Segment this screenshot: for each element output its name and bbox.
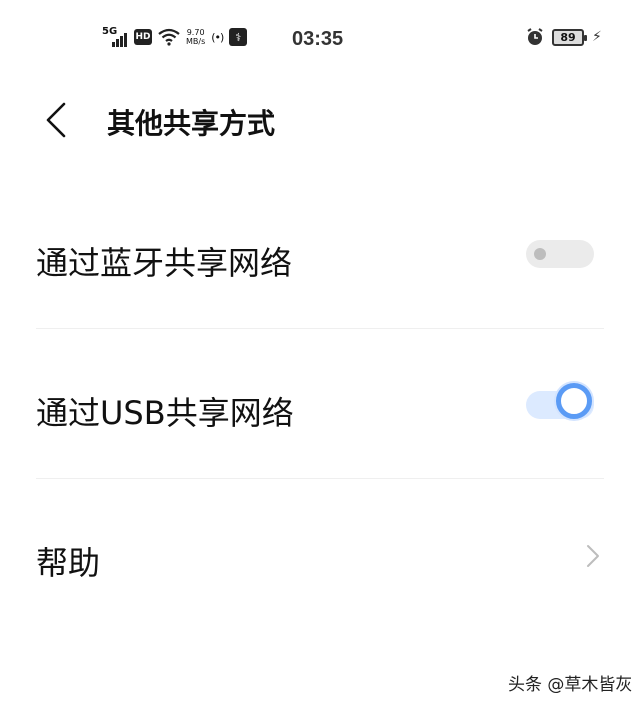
page-title: 其他共享方式 [107, 107, 276, 140]
hotspot-icon: (•) [211, 30, 224, 44]
chevron-right-icon [587, 545, 599, 567]
usb-tethering-row[interactable]: 通过USB共享网络 [0, 366, 640, 446]
status-icons-right: 89 ⚡ [526, 28, 602, 46]
help-label: 帮助 [36, 544, 101, 582]
toggle-knob [556, 383, 592, 419]
bluetooth-tethering-toggle[interactable] [526, 240, 594, 268]
usb-tethering-toggle[interactable] [526, 383, 594, 419]
watermark: 头条 @草木皆灰 [508, 675, 633, 695]
battery-level: 89 [560, 30, 576, 44]
app-bar: 其他共享方式 [0, 88, 640, 148]
charging-icon: ⚡ [592, 29, 602, 45]
bluetooth-tethering-label: 通过蓝牙共享网络 [36, 244, 293, 282]
network-type: 5G [102, 26, 118, 37]
back-arrow-icon [46, 102, 66, 138]
bluetooth-tethering-row[interactable]: 通过蓝牙共享网络 [0, 216, 640, 296]
toggle-knob [534, 248, 546, 260]
hd-voice-icon: HD [134, 29, 152, 45]
battery-icon: 89 [552, 28, 587, 46]
speed-unit: MB/s [186, 37, 206, 46]
usb-debug-icon: ⚕ [229, 28, 248, 46]
speed-value: 9.70 [186, 28, 205, 37]
clock: 03:35 [292, 28, 344, 50]
cellular-signal-icon: 5G [102, 26, 128, 48]
divider [36, 478, 604, 479]
status-icons-left: 5G HD 9.70 MB/s (•) ⚕ [102, 26, 248, 48]
wifi-icon [158, 28, 180, 46]
usb-tethering-label: 通过USB共享网络 [36, 394, 294, 432]
back-button[interactable] [42, 100, 70, 140]
divider [36, 328, 604, 329]
alarm-icon [526, 28, 544, 46]
status-bar: 5G HD 9.70 MB/s (•) ⚕ 03:35 89 ⚡ [0, 0, 640, 78]
help-row[interactable]: 帮助 [0, 516, 640, 596]
network-speed: 9.70 MB/s [186, 28, 205, 46]
